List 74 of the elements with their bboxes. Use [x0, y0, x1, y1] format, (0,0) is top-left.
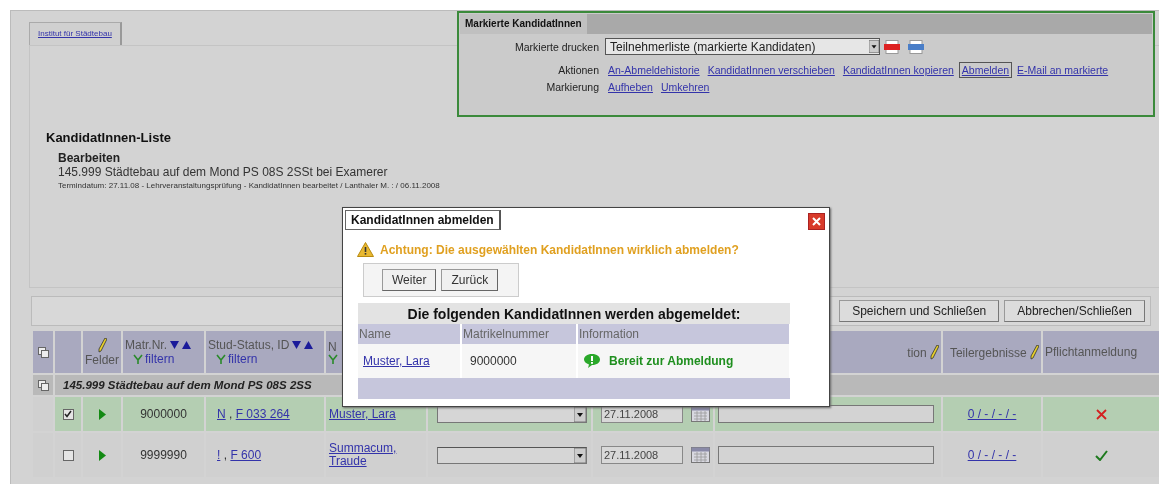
pencil-icon[interactable] — [930, 344, 939, 360]
table-cell: 9999990 — [140, 448, 187, 462]
column-header: tion — [907, 345, 927, 360]
result-link[interactable]: 0 / - / - / - — [967, 407, 1017, 421]
calendar-icon[interactable] — [691, 447, 710, 463]
pdf-icon[interactable] — [884, 39, 900, 54]
marking-link[interactable]: Umkehren — [657, 79, 713, 95]
tab[interactable]: Institut für Städtebau — [29, 22, 122, 45]
column-header: Matr.Nr. — [125, 338, 167, 352]
table-cell: 9000000 — [140, 407, 187, 421]
caret-icon[interactable] — [869, 40, 879, 53]
page-title: KandidatInnen-Liste — [46, 130, 172, 145]
sort-descending-icon[interactable] — [292, 341, 302, 349]
action-link[interactable]: KandidatInnen kopieren — [839, 62, 957, 78]
field-label: Markierte drucken — [513, 40, 599, 53]
row-checkbox[interactable] — [62, 449, 74, 461]
copy-icon[interactable] — [37, 379, 49, 391]
document-icon[interactable] — [908, 39, 924, 54]
term-info: Termindatum: 27.11.08 - Lehrveranstaltungsprüfung - KandidatInnen bearbeitet / Lanthaler M. : / 06.11.2008 — [58, 181, 441, 190]
filter-link[interactable]: filtern — [228, 352, 258, 366]
table-cell: 9000000 — [470, 354, 517, 368]
dropdown[interactable] — [437, 446, 587, 464]
cancel-button[interactable]: Abbrechen/Schließen — [1004, 300, 1145, 322]
action-link[interactable]: E-Mail an markierte — [1014, 62, 1112, 78]
row-checkbox[interactable] — [62, 408, 74, 420]
back-button[interactable]: Zurück — [441, 269, 499, 291]
panel-title: Markierte KandidatInnen — [460, 14, 587, 34]
date-field[interactable]: 27.11.2008 — [601, 446, 683, 464]
id-link[interactable]: F 600 — [230, 448, 262, 462]
list-title: Die folgenden KandidatInnen werden abgemeldet: — [358, 303, 790, 324]
id-link[interactable]: F 033 264 — [235, 407, 290, 421]
status-link[interactable]: N — [217, 407, 226, 421]
close-button[interactable] — [808, 213, 825, 230]
column-header: Pflichtanmeldung — [1045, 345, 1138, 359]
dialog-title: KandidatInnen abmelden — [345, 210, 501, 230]
field-label: Markierung — [545, 81, 599, 93]
column-header: Felder — [85, 352, 119, 367]
caret-icon[interactable] — [574, 447, 586, 463]
play-icon[interactable] — [98, 449, 106, 461]
sort-ascending-icon[interactable] — [182, 341, 191, 349]
course-title: 145.999 Städtebau auf dem Mond PS 08S 2SSt bei Examerer — [58, 165, 389, 179]
column-header: N — [328, 340, 337, 354]
warning-icon — [357, 242, 374, 257]
close-icon[interactable] — [812, 217, 821, 226]
text-field[interactable] — [718, 405, 934, 423]
copy-icon[interactable] — [37, 346, 49, 358]
text-field[interactable] — [718, 446, 934, 464]
status-link[interactable]: ! — [217, 448, 221, 462]
save-button[interactable]: Speichern und Schließen — [839, 300, 1000, 322]
action-link[interactable]: An-Abmeldehistorie — [605, 62, 703, 78]
warning-message: Achtung: Die ausgewählten KandidatInnen wirklich abmelden? — [380, 242, 739, 257]
result-link[interactable]: 0 / - / - / - — [967, 448, 1017, 462]
column-header: Information — [577, 324, 790, 344]
column-header: Name — [358, 324, 461, 344]
continue-button[interactable]: Weiter — [382, 269, 437, 291]
action-link[interactable]: KandidatInnen verschieben — [704, 62, 838, 78]
play-icon[interactable] — [98, 408, 106, 420]
pencil-icon[interactable] — [97, 337, 107, 353]
action-link[interactable]: Abmelden — [958, 62, 1013, 78]
sort-ascending-icon[interactable] — [304, 341, 314, 349]
section-title: Bearbeiten — [58, 151, 122, 165]
separator-text: , — [223, 448, 228, 462]
field-label: Aktionen — [557, 64, 599, 76]
column-header: Matrikelnummer — [461, 324, 577, 344]
separator-text: , — [229, 407, 233, 421]
print-select[interactable]: Teilnehmerliste (markierte Kandidaten) — [605, 38, 880, 55]
column-header: Teilergebnisse — [949, 345, 1027, 360]
sort-descending-icon[interactable] — [170, 341, 179, 349]
column-header: Stud-Status, ID — [208, 338, 290, 352]
status-text: Bereit zur Abmeldung — [609, 354, 734, 368]
marking-link[interactable]: Aufheben — [605, 79, 656, 95]
pencil-icon[interactable] — [1030, 344, 1039, 360]
speech-bubble-icon — [583, 353, 601, 369]
filter-link[interactable]: filtern — [145, 352, 175, 366]
